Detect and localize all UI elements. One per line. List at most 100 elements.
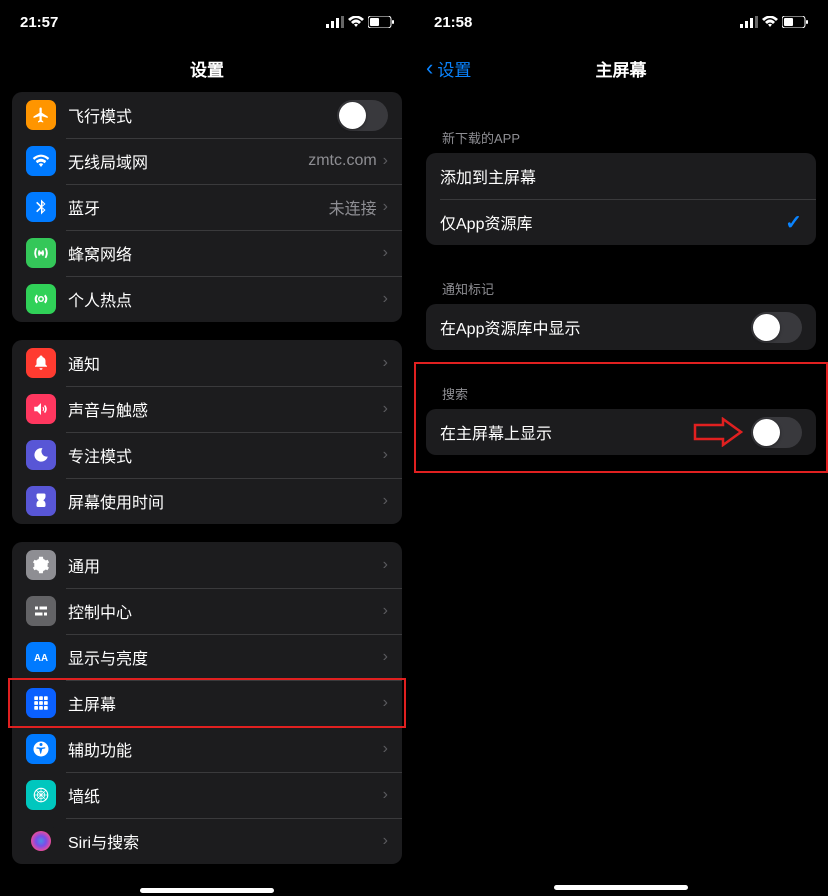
row-label: 飞行模式 bbox=[68, 103, 337, 127]
home-indicator[interactable] bbox=[554, 885, 688, 890]
page-title: 设置 bbox=[190, 56, 224, 81]
siri-icon bbox=[26, 826, 56, 856]
row-label: 专注模式 bbox=[68, 443, 383, 467]
settings-group: 通用›控制中心›AA显示与亮度›主屏幕›辅助功能›墙纸›Siri与搜索› bbox=[12, 542, 402, 864]
airplane-icon bbox=[26, 100, 56, 130]
chevron-left-icon: ‹ bbox=[426, 55, 433, 81]
row-label: 蜂窝网络 bbox=[68, 241, 383, 265]
row-detail: zmtc.com bbox=[308, 152, 376, 170]
homescreen-icon bbox=[26, 688, 56, 718]
hotspot-icon bbox=[26, 284, 56, 314]
back-button[interactable]: ‹ 设置 bbox=[426, 55, 471, 81]
signal-icon bbox=[326, 16, 344, 28]
row-label: 控制中心 bbox=[68, 599, 383, 623]
toggle-switch[interactable] bbox=[751, 417, 802, 448]
row-label: 屏幕使用时间 bbox=[68, 489, 383, 513]
row-label: 墙纸 bbox=[68, 783, 383, 807]
toggle-switch[interactable] bbox=[337, 100, 388, 131]
chevron-right-icon: › bbox=[383, 400, 388, 418]
wifi-icon bbox=[26, 146, 56, 176]
settings-row[interactable]: 通用› bbox=[12, 542, 402, 588]
settings-group: 通知›声音与触感›专注模式›屏幕使用时间› bbox=[12, 340, 402, 524]
wifi-status-icon bbox=[348, 16, 364, 28]
row-label: 添加到主屏幕 bbox=[440, 164, 802, 188]
settings-row[interactable]: 无线局域网zmtc.com› bbox=[12, 138, 402, 184]
controlcenter-icon bbox=[26, 596, 56, 626]
status-bar: 21:57 bbox=[0, 0, 414, 44]
settings-row[interactable]: 控制中心› bbox=[12, 588, 402, 634]
accessibility-icon bbox=[26, 734, 56, 764]
row-detail: 未连接 bbox=[329, 195, 377, 219]
row-label: Siri与搜索 bbox=[68, 829, 383, 853]
group-header: 搜索 bbox=[426, 368, 816, 409]
wifi-status-icon bbox=[762, 16, 778, 28]
settings-row[interactable]: 蓝牙未连接 › bbox=[12, 184, 402, 230]
chevron-right-icon: › bbox=[383, 786, 388, 804]
chevron-right-icon: › bbox=[383, 648, 388, 666]
general-icon bbox=[26, 550, 56, 580]
chevron-right-icon: › bbox=[383, 492, 388, 510]
checkmark-icon: ✓ bbox=[785, 210, 802, 235]
settings-row[interactable]: 专注模式› bbox=[12, 432, 402, 478]
row-label: 声音与触感 bbox=[68, 397, 383, 421]
row-label: 个人热点 bbox=[68, 287, 383, 311]
sounds-icon bbox=[26, 394, 56, 424]
settings-row[interactable]: 墙纸› bbox=[12, 772, 402, 818]
row-label: 仅App资源库 bbox=[440, 210, 785, 234]
battery-icon bbox=[368, 16, 394, 28]
row-label: 辅助功能 bbox=[68, 737, 383, 761]
status-indicators bbox=[326, 16, 394, 28]
settings-group: 飞行模式无线局域网zmtc.com›蓝牙未连接›蜂窝网络›个人热点› bbox=[12, 92, 402, 322]
back-label: 设置 bbox=[437, 56, 471, 81]
status-time: 21:58 bbox=[434, 14, 472, 31]
row-label: 无线局域网 bbox=[68, 149, 308, 173]
wallpaper-icon bbox=[26, 780, 56, 810]
svg-text:AA: AA bbox=[34, 653, 48, 664]
bluetooth-icon bbox=[26, 192, 56, 222]
chevron-right-icon: › bbox=[383, 446, 388, 464]
page-title: 主屏幕 bbox=[596, 56, 647, 81]
settings-screen: 21:57 设置 飞行模式无线局域网zmtc.com›蓝牙未连接›蜂窝网络›个人… bbox=[0, 0, 414, 896]
chevron-right-icon: › bbox=[383, 740, 388, 758]
chevron-right-icon: › bbox=[383, 694, 388, 712]
group-header: 新下载的APP bbox=[426, 112, 816, 153]
settings-row[interactable]: 声音与触感› bbox=[12, 386, 402, 432]
settings-row[interactable]: 主屏幕› bbox=[12, 680, 402, 726]
settings-row[interactable]: Siri与搜索› bbox=[12, 818, 402, 864]
display-icon: AA bbox=[26, 642, 56, 672]
chevron-right-icon: › bbox=[383, 602, 388, 620]
battery-icon bbox=[782, 16, 808, 28]
signal-icon bbox=[740, 16, 758, 28]
settings-group: 在App资源库中显示 bbox=[426, 304, 816, 350]
chevron-right-icon: › bbox=[383, 290, 388, 308]
settings-row[interactable]: 屏幕使用时间› bbox=[12, 478, 402, 524]
notifications-icon bbox=[26, 348, 56, 378]
screentime-icon bbox=[26, 486, 56, 516]
toggle-switch[interactable] bbox=[751, 312, 802, 343]
settings-row[interactable]: 飞行模式 bbox=[12, 92, 402, 138]
settings-group: 添加到主屏幕仅App资源库✓ bbox=[426, 153, 816, 245]
row-label: 通用 bbox=[68, 553, 383, 577]
status-time: 21:57 bbox=[20, 14, 58, 31]
settings-row[interactable]: 个人热点› bbox=[12, 276, 402, 322]
status-bar: 21:58 bbox=[414, 0, 828, 44]
settings-row[interactable]: 辅助功能› bbox=[12, 726, 402, 772]
chevron-right-icon: › bbox=[383, 198, 388, 216]
settings-row[interactable]: 在App资源库中显示 bbox=[426, 304, 816, 350]
settings-row[interactable]: 添加到主屏幕 bbox=[426, 153, 816, 199]
cellular-icon bbox=[26, 238, 56, 268]
chevron-right-icon: › bbox=[383, 556, 388, 574]
settings-row[interactable]: AA显示与亮度› bbox=[12, 634, 402, 680]
header: 设置 bbox=[0, 44, 414, 92]
row-label: 蓝牙 bbox=[68, 195, 329, 219]
settings-row[interactable]: 仅App资源库✓ bbox=[426, 199, 816, 245]
settings-row[interactable]: 在主屏幕上显示 bbox=[426, 409, 816, 455]
chevron-right-icon: › bbox=[383, 244, 388, 262]
row-label: 在App资源库中显示 bbox=[440, 315, 751, 339]
settings-row[interactable]: 蜂窝网络› bbox=[12, 230, 402, 276]
home-indicator[interactable] bbox=[140, 888, 274, 893]
chevron-right-icon: › bbox=[383, 354, 388, 372]
chevron-right-icon: › bbox=[383, 832, 388, 850]
row-label: 主屏幕 bbox=[68, 691, 383, 715]
settings-row[interactable]: 通知› bbox=[12, 340, 402, 386]
